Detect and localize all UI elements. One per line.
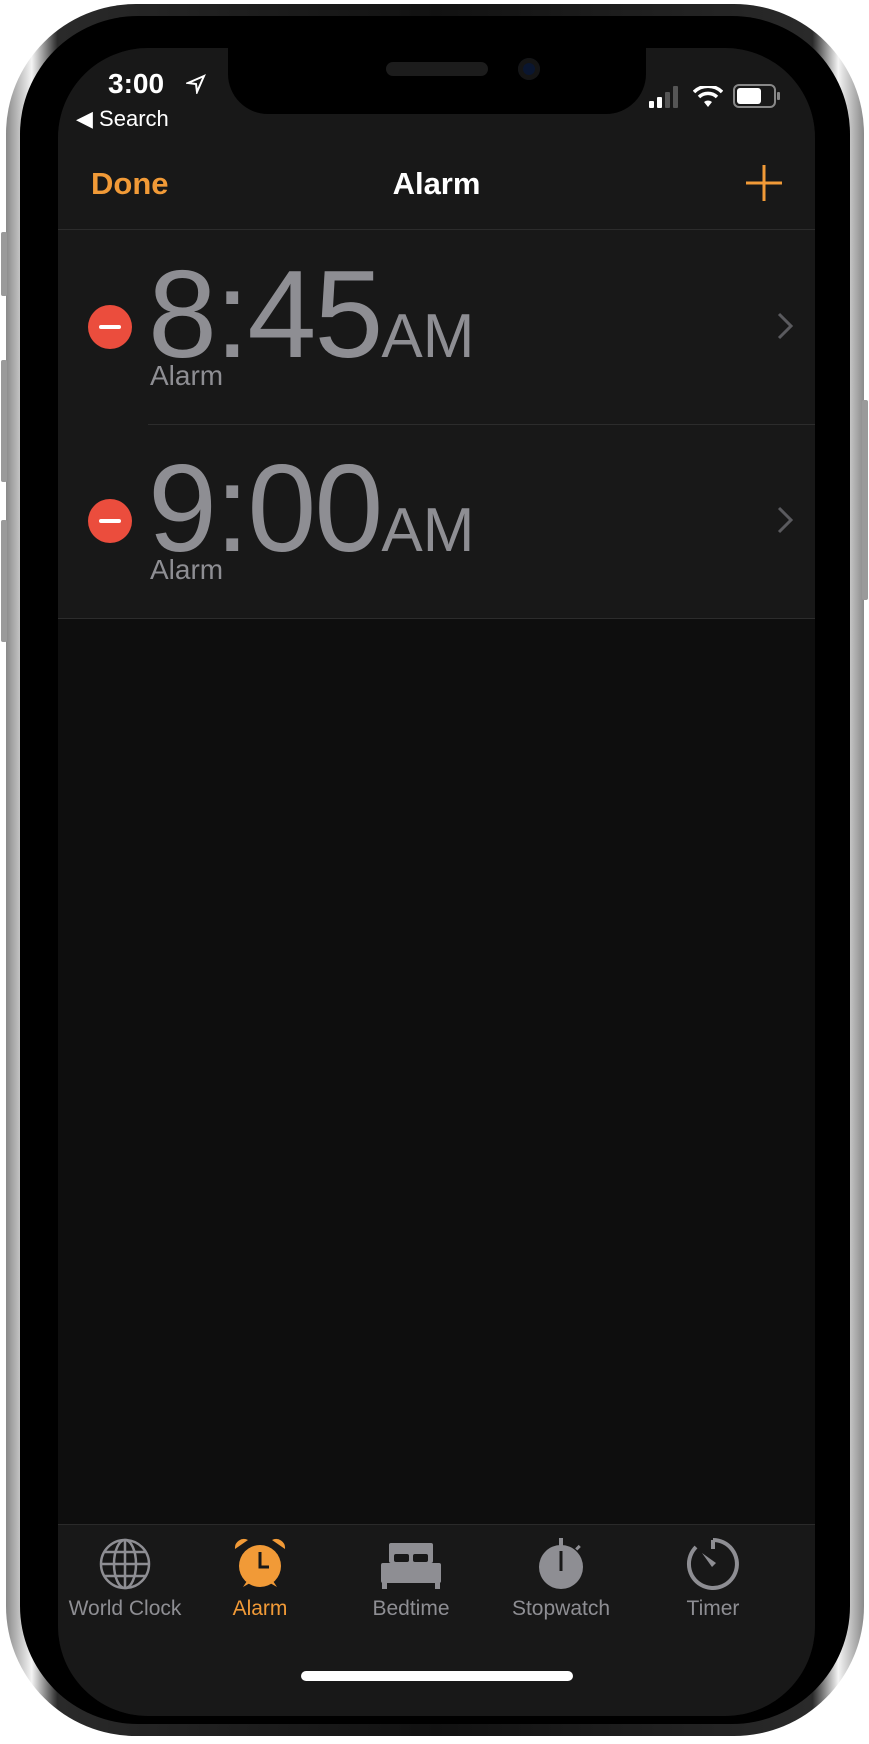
tab-label: Alarm: [232, 1597, 288, 1620]
alarm-label: Alarm: [150, 360, 224, 391]
camera: [518, 58, 540, 80]
delete-minus-icon[interactable]: [88, 499, 132, 543]
chevron-right-icon[interactable]: [775, 504, 795, 536]
tab-label: World Clock: [68, 1597, 182, 1620]
location-arrow-icon: [186, 74, 206, 94]
back-triangle-icon: ◀: [76, 106, 93, 131]
plus-icon[interactable]: [745, 164, 783, 202]
tab-alarm[interactable]: Alarm: [185, 1537, 335, 1621]
status-time: 3:00: [108, 68, 165, 99]
alarm-list: 8:45AM Alarm 9:00AM Alarm: [58, 229, 815, 619]
alarm-row[interactable]: 8:45AM Alarm: [58, 230, 815, 424]
notch: [228, 48, 646, 114]
volume-down-button: [1, 520, 7, 642]
tab-timer[interactable]: Timer: [638, 1537, 788, 1621]
tab-label: Timer: [686, 1597, 740, 1620]
alarm-row[interactable]: 9:00AM Alarm: [58, 424, 815, 618]
wifi-icon: [693, 86, 723, 107]
timer-icon: [686, 1538, 739, 1590]
speaker: [386, 62, 488, 76]
status-icons: [649, 84, 781, 108]
page-title: Alarm: [392, 166, 481, 201]
back-to-search-link[interactable]: ◀ Search: [76, 106, 169, 132]
mute-switch: [1, 232, 7, 296]
tab-stopwatch[interactable]: Stopwatch: [486, 1537, 636, 1621]
volume-up-button: [1, 360, 7, 482]
tab-bar: World Clock Alarm Bedtime Stopwatch Time…: [58, 1524, 815, 1716]
tab-label: Stopwatch: [511, 1597, 611, 1620]
alarm-label: Alarm: [150, 554, 224, 585]
delete-minus-icon[interactable]: [88, 305, 132, 349]
bed-icon: [381, 1543, 441, 1589]
stopwatch-icon: [539, 1538, 583, 1589]
globe-icon: [99, 1538, 151, 1590]
tab-bedtime[interactable]: Bedtime: [336, 1537, 486, 1621]
home-indicator[interactable]: [301, 1671, 573, 1681]
chevron-right-icon[interactable]: [775, 310, 795, 342]
top-bar: 3:00 ◀ Search Done Alarm: [58, 48, 815, 229]
cellular-signal-icon: [649, 86, 678, 108]
back-label: Search: [99, 106, 169, 131]
alarm-period: AM: [381, 496, 475, 565]
battery-icon: [733, 84, 780, 108]
tab-label: Bedtime: [372, 1597, 450, 1620]
alarm-clock-icon: [234, 1539, 286, 1587]
side-button: [862, 400, 868, 600]
screen: 3:00 ◀ Search Done Alarm 8:45AM Alarm 9:…: [58, 48, 815, 1716]
alarm-period: AM: [381, 302, 475, 371]
tab-world-clock[interactable]: World Clock: [58, 1537, 200, 1621]
